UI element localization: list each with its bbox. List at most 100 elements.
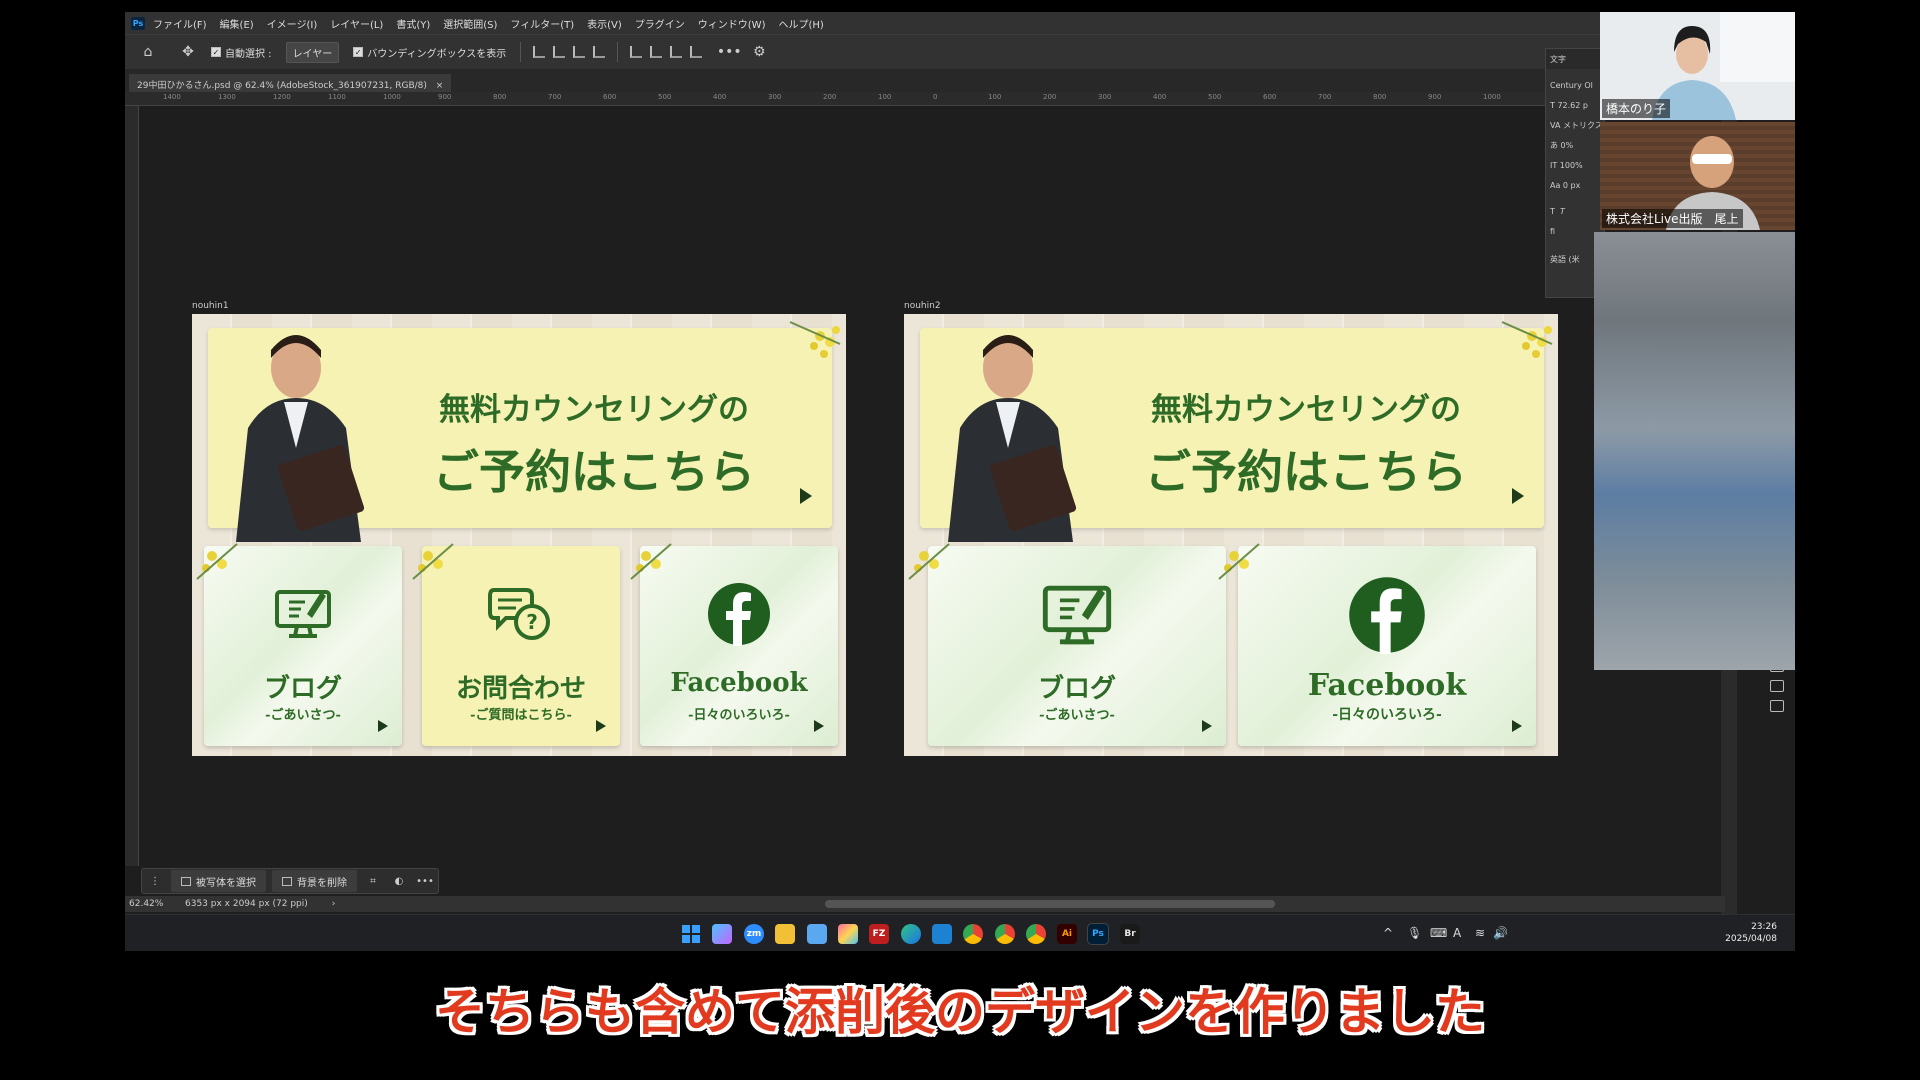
zoom-participant-tile: 株式会社Live出版 尾上 — [1600, 122, 1795, 230]
copilot-icon[interactable] — [712, 924, 732, 944]
baseline-field[interactable]: Aa 0 px — [1546, 175, 1604, 195]
menu-edit[interactable]: 編集(E) — [220, 16, 254, 31]
menu-help[interactable]: ヘルプ(H) — [778, 16, 823, 31]
more-options-icon[interactable]: ••• — [717, 41, 742, 63]
paths-panel-icon[interactable] — [1770, 700, 1784, 712]
distribute-v-icon[interactable] — [690, 46, 703, 58]
file-explorer-icon[interactable] — [775, 924, 795, 944]
mimosa-flower-icon — [196, 543, 238, 580]
ruler-tick-label: 900 — [438, 93, 452, 101]
font-size-field[interactable]: T 72.62 p — [1546, 95, 1604, 115]
distribute-icon[interactable] — [593, 46, 606, 58]
tracking-field[interactable]: あ 0% — [1546, 135, 1604, 155]
align-center-icon[interactable] — [553, 46, 566, 58]
chevron-up-icon[interactable]: ^ — [1383, 926, 1393, 940]
zoom-level[interactable]: 62.42% — [129, 899, 179, 909]
mimosa-flower-icon — [1218, 543, 1260, 580]
home-icon[interactable]: ⌂ — [137, 41, 159, 63]
participant-name: 橋本のり子 — [1602, 99, 1671, 118]
play-arrow-icon — [800, 488, 812, 504]
illustrator-icon[interactable]: Ai — [1057, 924, 1077, 944]
microphone-icon[interactable]: 🎙 — [1407, 926, 1422, 940]
auto-select-checkbox[interactable]: ✓ 自動選択 : — [211, 45, 272, 60]
chrome-icon[interactable] — [995, 924, 1015, 944]
clock-time: 23:26 — [1751, 922, 1777, 932]
close-icon[interactable]: × — [436, 81, 444, 91]
align-right-icon[interactable] — [573, 46, 586, 58]
align-left-icon[interactable] — [533, 46, 546, 58]
photoshop-icon[interactable]: Ps — [1087, 923, 1109, 945]
horizontal-scrollbar[interactable] — [825, 900, 1275, 908]
kerning-value: メトリクス — [1562, 120, 1603, 130]
windows-start-icon[interactable] — [681, 924, 701, 944]
text-style-buttons[interactable]: T T — [1546, 201, 1604, 221]
font-size-value: 72.62 p — [1557, 100, 1588, 110]
play-arrow-icon — [596, 720, 606, 732]
artboard-nouhin1[interactable]: 無料カウンセリングの ご予約はこちら ブログ -ごあいさつ- ? お問合わせ -… — [192, 314, 846, 756]
menu-type[interactable]: 書式(Y) — [396, 16, 430, 31]
channels-panel-icon[interactable] — [1770, 680, 1784, 692]
align-middle-icon[interactable] — [650, 46, 663, 58]
zoom-app-icon[interactable]: zm — [744, 924, 764, 944]
horizontal-ruler: 1400 1300 1200 1100 1000 900 800 700 600 500 400 30… — [125, 92, 1685, 106]
document-size: 6353 px x 2094 px (72 ppi) — [185, 899, 308, 909]
chevron-right-icon[interactable]: › — [332, 899, 336, 909]
chrome-icon[interactable] — [963, 924, 983, 944]
artboard-nouhin2[interactable]: 無料カウンセリングの ご予約はこちら ブログ -ごあいさつ- Facebook … — [904, 314, 1558, 756]
play-arrow-icon — [814, 720, 824, 732]
hero-banner[interactable]: 無料カウンセリングの ご予約はこちら — [208, 328, 832, 542]
valign-buttons — [630, 46, 703, 58]
ruler-tick-label: 1000 — [383, 93, 401, 101]
hero-line2: ご予約はこちら — [1145, 445, 1467, 499]
ruler-tick-label: 900 — [1428, 93, 1442, 101]
canvas[interactable]: nouhin1 無料カウンセリングの ご予約はこちら ブログ -ごあいさつ- ?… — [140, 107, 1685, 867]
menu-select[interactable]: 選択範囲(S) — [443, 16, 497, 31]
tracking-value: 0% — [1560, 140, 1574, 150]
auto-select-dropdown[interactable]: レイヤー — [285, 41, 340, 63]
chat-question-icon: ? — [488, 588, 550, 640]
wifi-icon[interactable]: ≋ — [1475, 926, 1485, 940]
remove-background-button[interactable]: 背景を削除 — [272, 870, 357, 892]
menu-view[interactable]: 表示(V) — [587, 16, 622, 31]
move-tool-icon[interactable]: ✥ — [177, 41, 199, 63]
photos-icon[interactable] — [838, 924, 858, 944]
person-photo — [948, 335, 1077, 542]
keyboard-icon[interactable]: ⌨ — [1430, 926, 1447, 940]
adjustment-icon[interactable]: ◐ — [386, 876, 412, 887]
transform-icon[interactable]: ⌗ — [360, 876, 386, 887]
volume-icon[interactable]: 🔊 — [1493, 926, 1508, 940]
kerning-field[interactable]: VA メトリクス — [1546, 115, 1604, 135]
more-options-icon[interactable]: ••• — [412, 876, 438, 887]
font-family-field[interactable]: Century Ol — [1546, 75, 1604, 95]
menu-window[interactable]: ウィンドウ(W) — [698, 16, 766, 31]
ruler-tick-label: 0 — [933, 93, 938, 101]
notepad-icon[interactable] — [807, 924, 827, 944]
svg-text:?: ? — [526, 610, 538, 634]
align-top-icon[interactable] — [630, 46, 643, 58]
menu-file[interactable]: ファイル(F) — [153, 16, 207, 31]
chrome-icon[interactable] — [1026, 924, 1046, 944]
hero-line1: 無料カウンセリングの — [439, 392, 749, 428]
menu-image[interactable]: イメージ(I) — [267, 16, 318, 31]
image-icon — [282, 876, 292, 886]
menu-filter[interactable]: フィルター(T) — [510, 16, 574, 31]
vscode-icon[interactable] — [932, 924, 952, 944]
system-clock[interactable]: 23:26 2025/04/08 — [1725, 921, 1777, 945]
filezilla-icon[interactable]: FZ — [869, 924, 889, 944]
bridge-icon[interactable]: Br — [1120, 924, 1140, 944]
ruler-tick-label: 1400 — [163, 93, 181, 101]
menu-plugins[interactable]: プラグイン — [635, 16, 685, 31]
bounding-box-checkbox[interactable]: ✓ バウンディングボックスを表示 — [353, 45, 506, 60]
menu-layer[interactable]: レイヤー(L) — [330, 16, 383, 31]
panel-tab-character[interactable]: 文字 — [1546, 49, 1604, 69]
hero-banner[interactable]: 無料カウンセリングの ご予約はこちら — [920, 328, 1544, 542]
edge-icon[interactable] — [901, 924, 921, 944]
document-tab[interactable]: 29中田ひかるさん.psd @ 62.4% (AdobeStock_361907… — [129, 74, 452, 92]
mimosa-flower-icon — [630, 543, 672, 580]
drag-handle-icon[interactable]: ⋮ — [142, 876, 168, 887]
ime-icon[interactable]: A — [1453, 926, 1461, 940]
select-subject-button[interactable]: 被写体を選択 — [171, 870, 266, 892]
gear-icon[interactable]: ⚙ — [748, 41, 770, 63]
vscale-field[interactable]: IT 100% — [1546, 155, 1604, 175]
align-bottom-icon[interactable] — [670, 46, 683, 58]
